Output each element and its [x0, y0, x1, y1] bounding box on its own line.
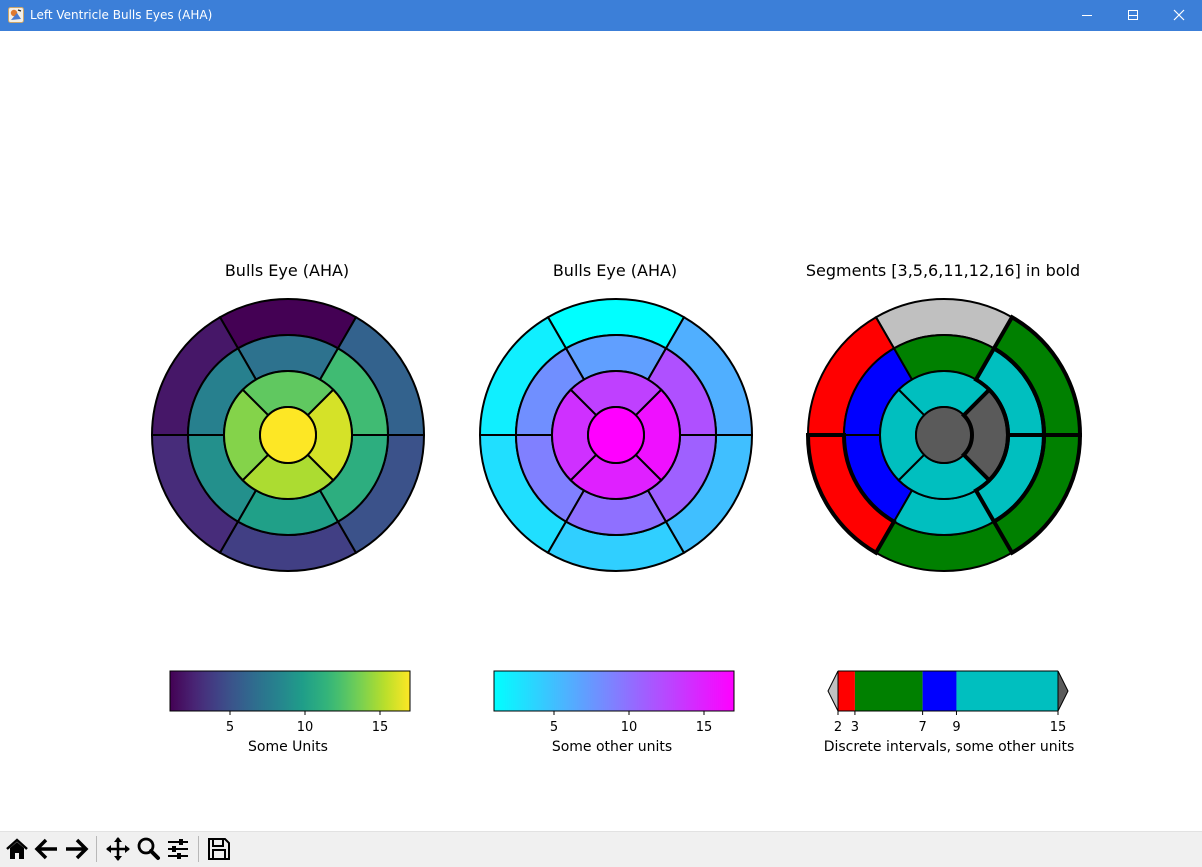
close-button[interactable]	[1156, 0, 1202, 31]
figure-svg: Bulls Eye (AHA) Bulls Eye (AHA) Segments…	[150, 261, 1083, 755]
minimize-icon	[1082, 15, 1092, 16]
colorbar-tick-label: 5	[226, 720, 234, 735]
maximize-button[interactable]	[1110, 0, 1156, 31]
colorbar-interval-3	[922, 671, 957, 711]
pan-icon	[106, 837, 130, 861]
colorbar-under-triangle	[827, 670, 839, 712]
colorbar-tick-label: 3	[851, 720, 859, 735]
colorbar-gradient	[169, 670, 411, 712]
colorbar-tick-label: 10	[621, 720, 638, 735]
plot-title-2: Bulls Eye (AHA)	[553, 261, 677, 280]
back-button[interactable]	[33, 834, 61, 864]
colorbar-over-triangle	[1057, 670, 1069, 712]
toolbar-separator	[198, 836, 199, 862]
home-button[interactable]	[3, 834, 31, 864]
colorbar-tick-label: 7	[918, 720, 926, 735]
save-button[interactable]	[205, 834, 233, 864]
bullseye-plot-1	[150, 298, 426, 572]
colorbar-3: 2 3 7 9 15	[827, 670, 1069, 735]
home-icon	[6, 838, 28, 859]
save-icon	[208, 838, 230, 860]
colorbar-tick-label: 15	[1050, 720, 1067, 735]
colorbar-label-1: Some Units	[248, 739, 328, 755]
toolbar-separator	[96, 836, 97, 862]
navigation-toolbar	[0, 831, 1202, 867]
colorbar-tick-label: 9	[952, 720, 960, 735]
segment-17	[587, 406, 645, 464]
plot-title-3: Segments [3,5,6,11,12,16] in bold	[806, 261, 1080, 280]
maximize-icon	[1128, 10, 1138, 20]
segment-17	[259, 406, 317, 464]
colorbar-label-3: Discrete intervals, some other units	[824, 739, 1075, 755]
colorbar-tick-label: 5	[550, 720, 558, 735]
window-titlebar: Left Ventricle Bulls Eyes (AHA)	[0, 0, 1202, 31]
forward-icon	[66, 838, 89, 860]
colorbar-gradient	[493, 670, 735, 712]
colorbar-2: 5 10 15	[493, 670, 735, 735]
zoom-icon	[137, 837, 160, 860]
zoom-button[interactable]	[134, 834, 162, 864]
app-icon	[8, 7, 24, 23]
back-icon	[34, 838, 57, 860]
colorbar-tick-label: 15	[372, 720, 389, 735]
forward-button[interactable]	[62, 834, 90, 864]
window-title: Left Ventricle Bulls Eyes (AHA)	[30, 8, 213, 22]
configure-subplots-button[interactable]	[164, 834, 192, 864]
configure-subplots-icon	[168, 839, 188, 859]
colorbar-tick-label: 2	[834, 720, 842, 735]
colorbar-interval-1	[838, 671, 855, 711]
close-icon	[1173, 9, 1185, 21]
colorbar-tick-label: 10	[297, 720, 314, 735]
colorbar-interval-2	[854, 671, 923, 711]
plot-title-1: Bulls Eye (AHA)	[225, 261, 349, 280]
bullseye-plot-2	[478, 298, 754, 572]
colorbar-tick-label: 15	[696, 720, 713, 735]
bullseye-plot-3	[805, 298, 1083, 572]
pan-button[interactable]	[104, 834, 132, 864]
colorbar-interval-4	[956, 671, 1058, 711]
colorbar-label-2: Some other units	[552, 739, 672, 755]
minimize-button-area[interactable]	[1064, 0, 1110, 31]
colorbar-1: 5 10 15	[169, 670, 411, 735]
figure-canvas[interactable]: Bulls Eye (AHA) Bulls Eye (AHA) Segments…	[1, 31, 1201, 831]
